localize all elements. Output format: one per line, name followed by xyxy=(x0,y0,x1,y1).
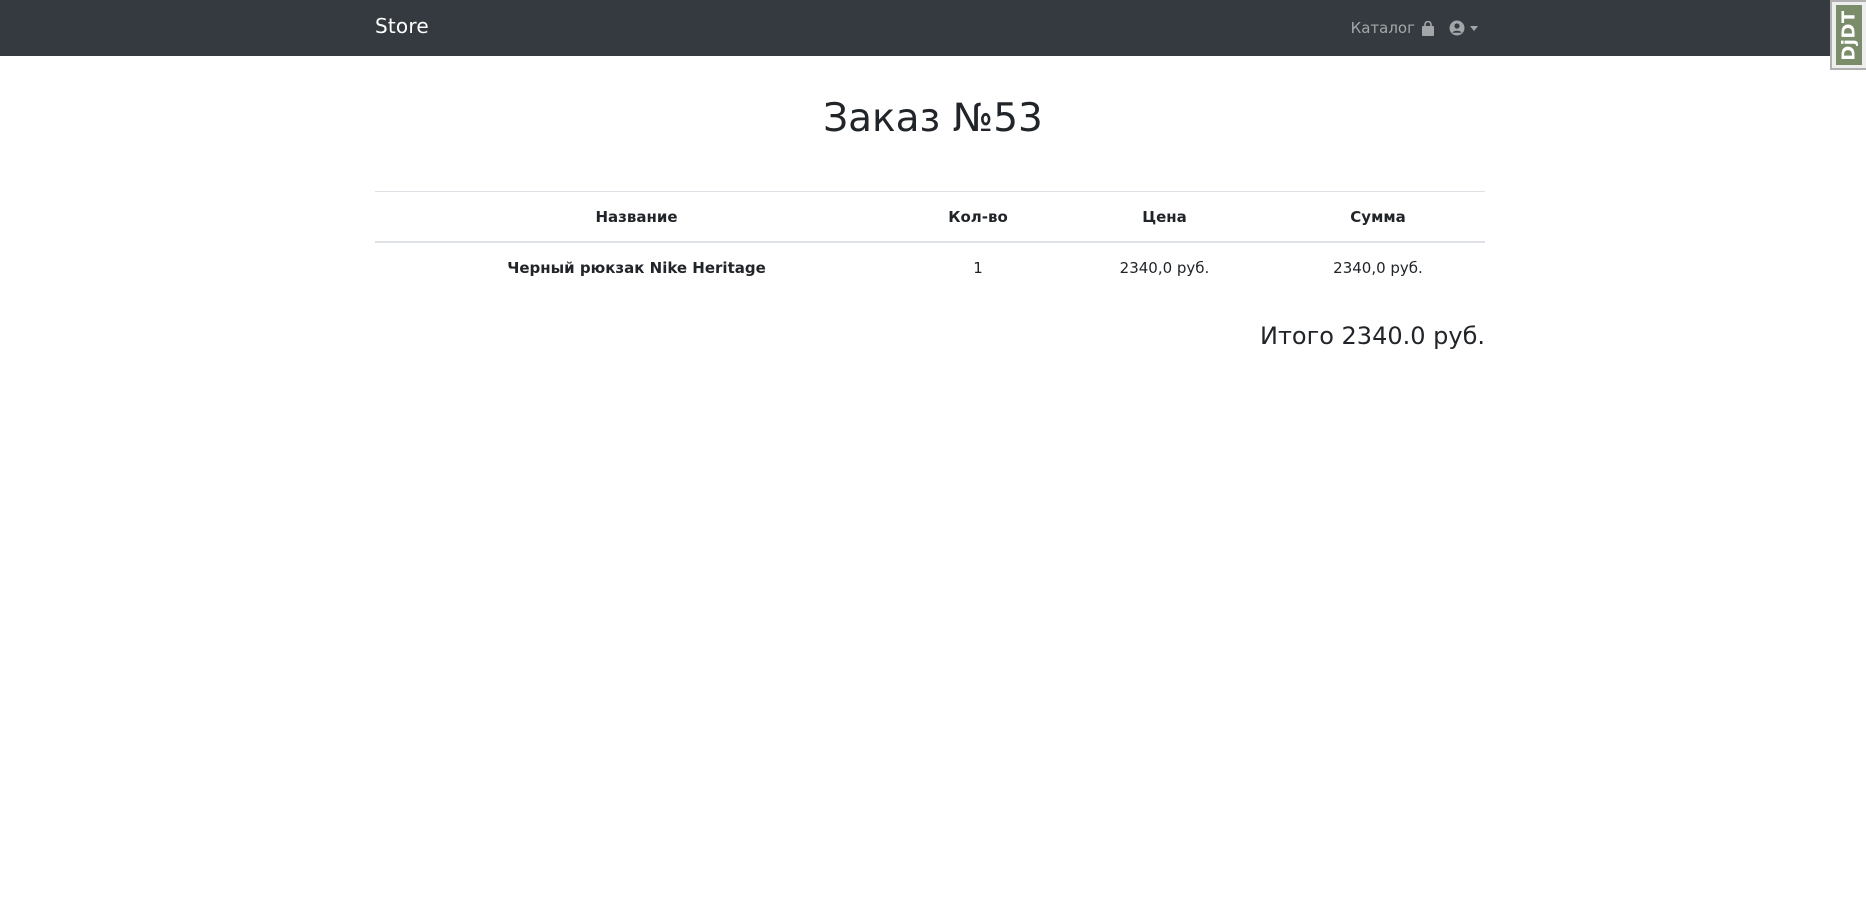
product-name-cell: Черный рюкзак Nike Heritage xyxy=(507,259,766,277)
order-total: Итого 2340.0 руб. xyxy=(1259,322,1485,350)
sum-cell: 2340,0 руб. xyxy=(1333,259,1423,277)
debug-toolbar-logo: DjDT xyxy=(1836,5,1862,65)
column-header-name: Название xyxy=(375,191,898,243)
navbar: Store Каталог xyxy=(0,0,1866,56)
catalog-link[interactable]: Каталог xyxy=(1351,19,1435,37)
column-header-price: Цена xyxy=(1058,191,1271,243)
debug-toolbar-label: DjDT xyxy=(1838,9,1860,61)
catalog-link-label: Каталог xyxy=(1350,19,1415,37)
table-header-row: Название Кол-во Цена Сумма xyxy=(375,191,1485,243)
navbar-right: Каталог xyxy=(1351,0,1478,56)
chevron-down-icon xyxy=(1470,25,1478,31)
user-circle-icon xyxy=(1449,20,1465,36)
table-row: Черный рюкзак Nike Heritage 1 2340,0 руб… xyxy=(375,242,1485,293)
column-header-sum: Сумма xyxy=(1271,191,1485,243)
debug-toolbar-handle[interactable]: DjDT xyxy=(1830,0,1866,70)
shopping-bag-icon xyxy=(1422,20,1434,36)
column-header-quantity: Кол-во xyxy=(898,191,1058,243)
order-table: Название Кол-во Цена Сумма Черный рюкзак… xyxy=(375,191,1485,293)
price-cell: 2340,0 руб. xyxy=(1119,259,1210,277)
page-title: Заказ №53 xyxy=(823,96,1043,141)
brand-link[interactable]: Store xyxy=(375,14,429,38)
user-dropdown-toggle[interactable] xyxy=(1449,20,1478,36)
quantity-cell: 1 xyxy=(973,259,983,277)
